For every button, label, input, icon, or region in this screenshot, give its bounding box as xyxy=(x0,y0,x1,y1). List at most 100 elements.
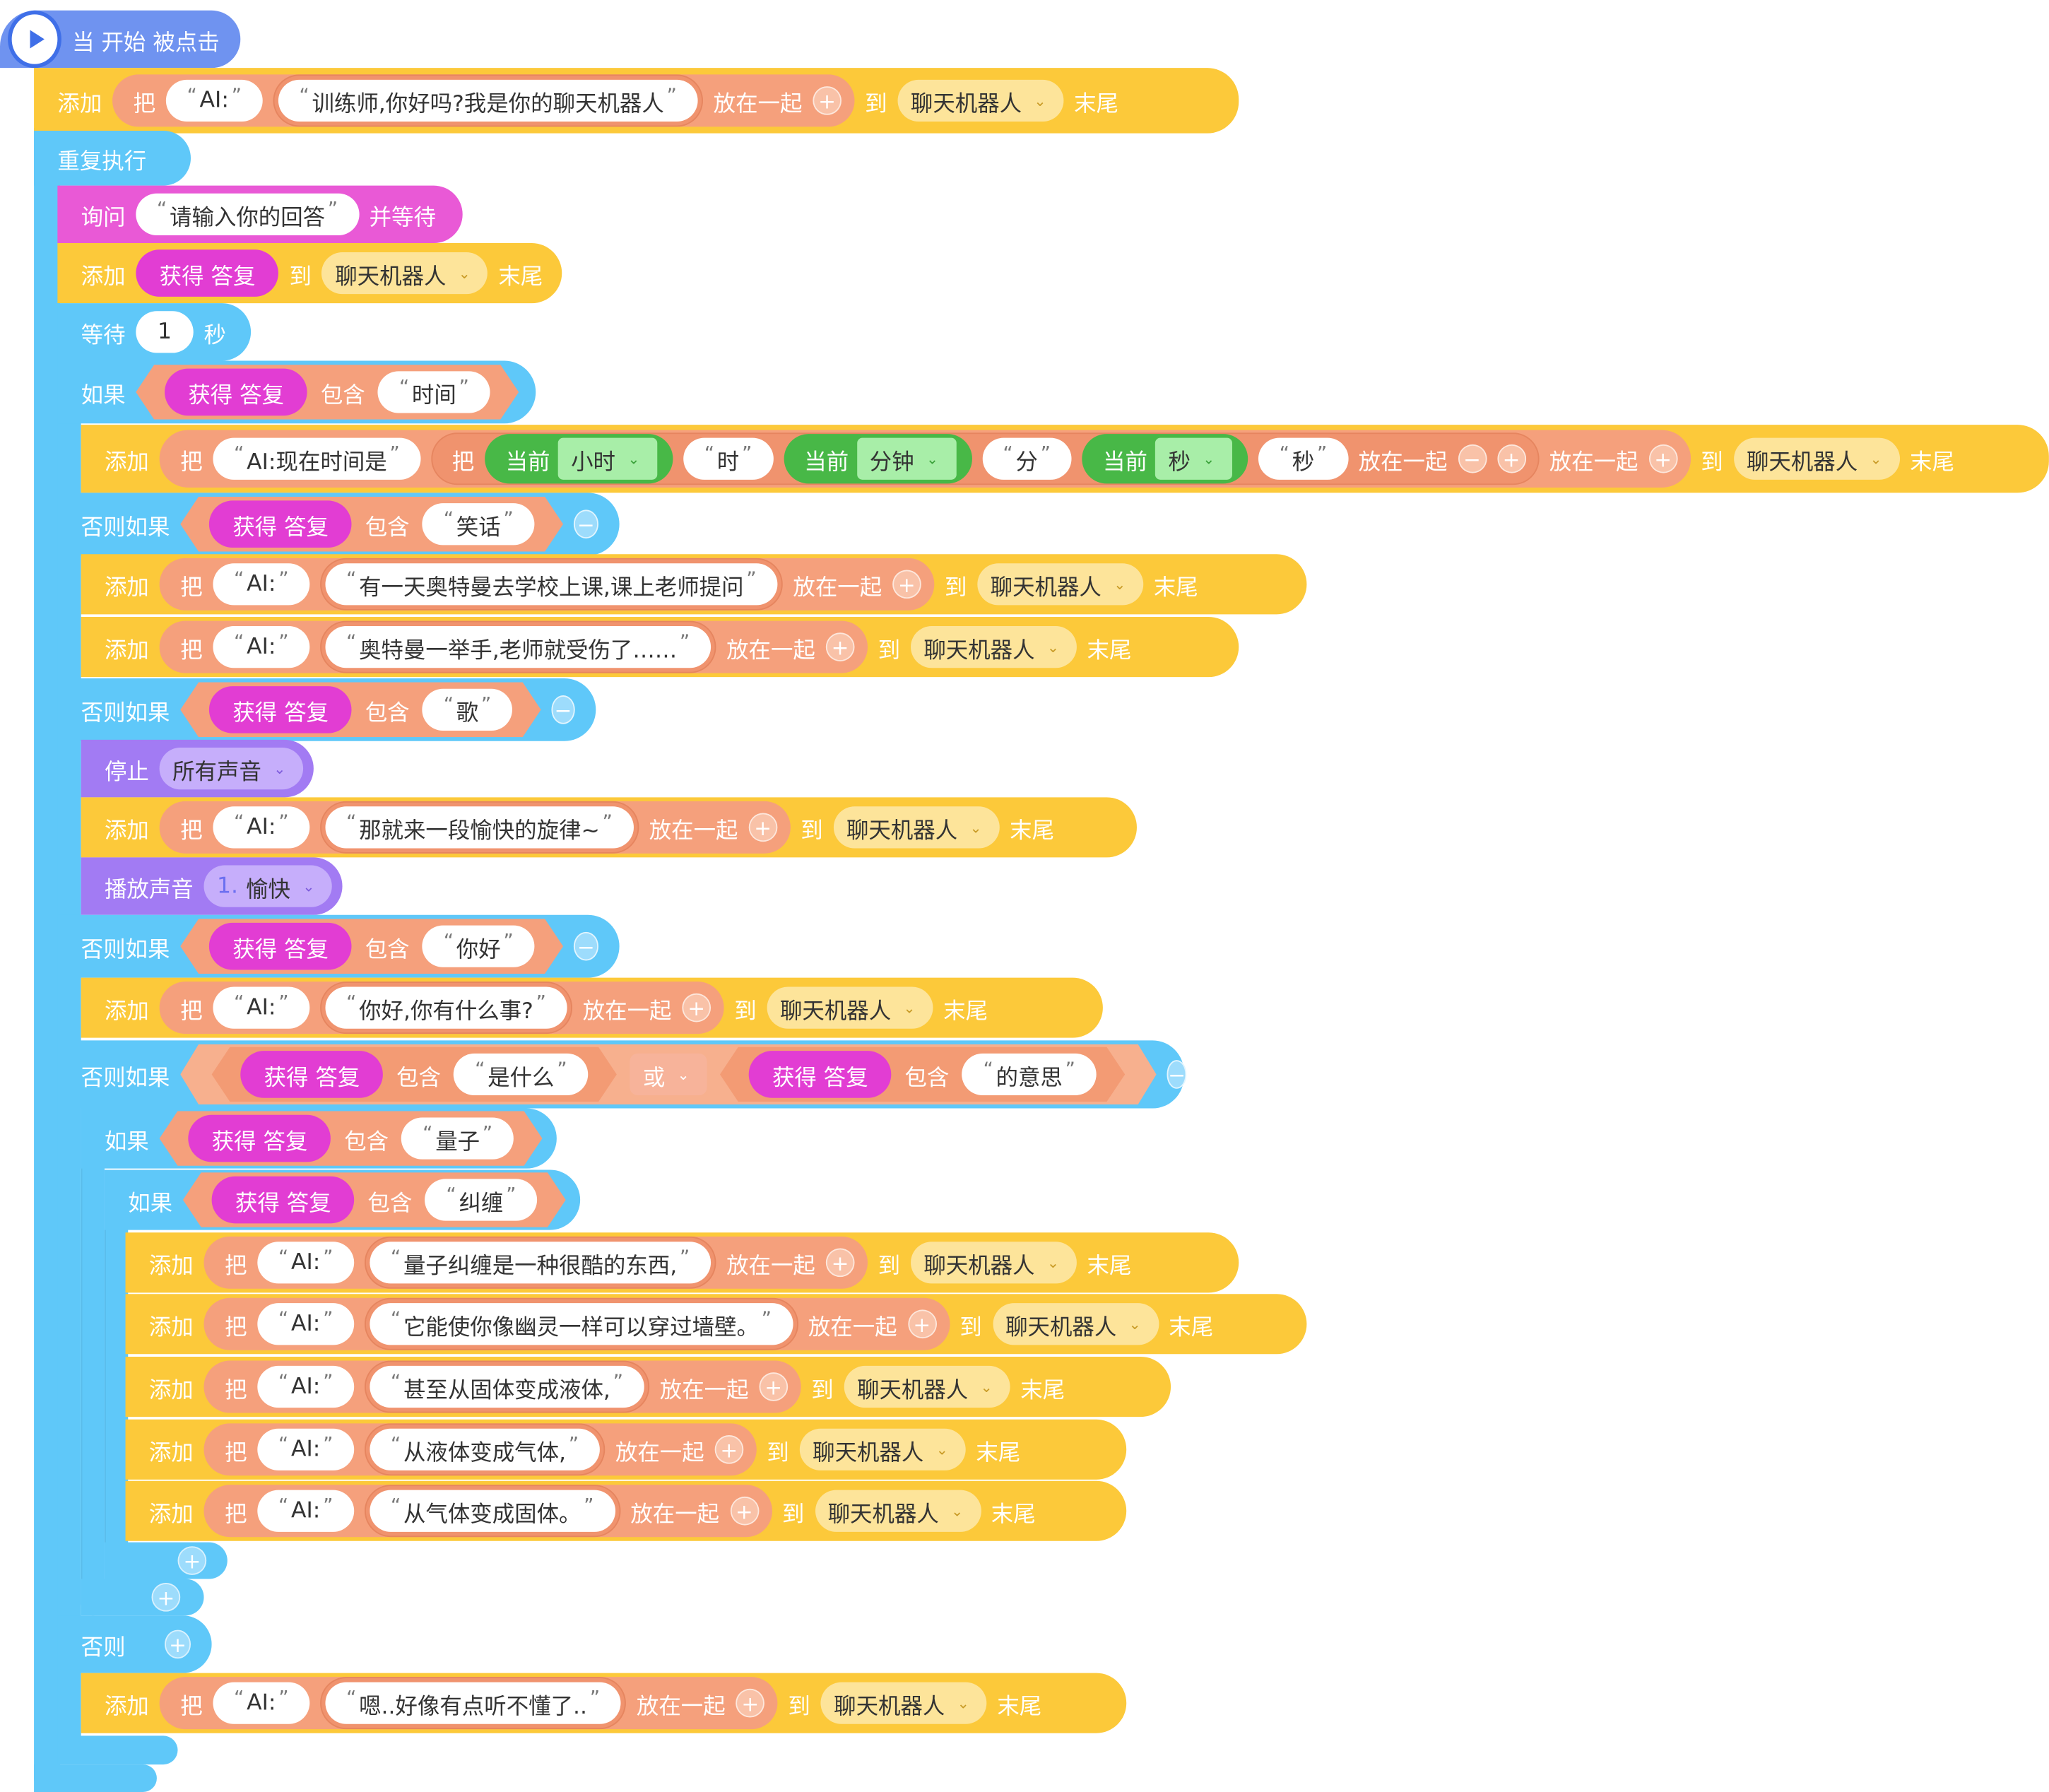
list-dropdown[interactable]: 聊天机器人 ⌄ xyxy=(799,1428,966,1470)
add-answer-block[interactable]: 添加 获得 答复 到 聊天机器人 ⌄ 末尾 xyxy=(57,243,562,304)
contains-condition[interactable]: 获得 答复 包含 时间 xyxy=(136,365,519,420)
list-dropdown[interactable]: 聊天机器人 ⌄ xyxy=(992,1303,1159,1345)
wait-seconds-input[interactable]: 1 xyxy=(136,311,194,353)
string-input[interactable]: AI: xyxy=(165,79,263,122)
chevron-down-icon: ⌄ xyxy=(458,264,471,282)
contains-condition[interactable]: 获得 答复 包含 歌 xyxy=(180,683,541,738)
plus-icon[interactable]: + xyxy=(825,1248,855,1278)
chevron-down-icon: ⌄ xyxy=(1128,1315,1141,1333)
add-q2-block[interactable]: 添加 把 AI: 它能使你像幽灵一样可以穿过墙壁。 放在一起 + 到 聊天机器人… xyxy=(125,1294,1307,1355)
minus-icon[interactable]: − xyxy=(573,509,599,539)
sound-target-dropdown[interactable]: 所有声音 ⌄ xyxy=(159,748,304,790)
list-dropdown[interactable]: 聊天机器人 ⌄ xyxy=(910,1242,1077,1284)
add-q1-block[interactable]: 添加 把 AI: 量子纠缠是一种很酷的东西, 放在一起 + 到 聊天机器人⌄ 末… xyxy=(125,1232,1239,1293)
else-block[interactable]: 否则 + xyxy=(57,1615,212,1673)
plus-icon[interactable]: + xyxy=(736,1688,765,1718)
plus-icon[interactable]: + xyxy=(892,570,921,599)
chevron-down-icon: ⌄ xyxy=(627,450,640,468)
or-dropdown[interactable]: 或 ⌄ xyxy=(630,1054,707,1095)
chevron-down-icon: ⌄ xyxy=(302,878,315,895)
plus-icon[interactable]: + xyxy=(907,1309,937,1339)
list-dropdown[interactable]: 聊天机器人 ⌄ xyxy=(833,806,1000,849)
minus-icon[interactable]: − xyxy=(573,931,599,961)
add-q3-block[interactable]: 添加 把 AI: 甚至从固体变成液体, 放在一起 + 到 聊天机器人⌄ 末尾 xyxy=(125,1356,1171,1417)
current-second-reporter[interactable]: 当前秒 ⌄ xyxy=(1082,434,1248,484)
join-reporter[interactable]: 把 AI: 训练师,你好吗?我是你的聊天机器人 放在一起 + xyxy=(112,74,855,127)
contains-condition[interactable]: 获得 答复 包含 是什么 xyxy=(212,1047,617,1102)
wait-block[interactable]: 等待 1 秒 xyxy=(57,303,252,361)
if-quantum-block[interactable]: 如果 获得 答复 包含 量子 xyxy=(81,1108,557,1169)
add-branch-plus-icon[interactable]: + xyxy=(177,1546,207,1575)
plus-icon[interactable]: + xyxy=(729,1496,759,1526)
chevron-down-icon: ⌄ xyxy=(935,1441,948,1458)
chevron-down-icon: ⌄ xyxy=(677,1066,690,1083)
chevron-down-icon: ⌄ xyxy=(1046,1254,1059,1271)
if-entangle-block[interactable]: 如果 获得 答复 包含 纠缠 xyxy=(104,1169,581,1230)
add-q4-block[interactable]: 添加 把 AI: 从液体变成气体, 放在一起 + 到 聊天机器人⌄ 末尾 xyxy=(125,1419,1127,1480)
contains-condition[interactable]: 获得 答复 包含 纠缠 xyxy=(183,1172,566,1227)
plus-icon[interactable]: + xyxy=(682,993,711,1022)
minus-icon[interactable]: − xyxy=(551,695,575,724)
string-input[interactable]: 时间 xyxy=(378,371,490,413)
chevron-down-icon: ⌄ xyxy=(1114,575,1126,593)
list-dropdown[interactable]: 聊天机器人 ⌄ xyxy=(1733,437,1900,480)
add-time-block[interactable]: 添加 把 AI:现在时间是 把 当前小时⌄ 时 当前分钟⌄ 分 当前秒⌄ 秒 放… xyxy=(81,425,2049,493)
if-block[interactable]: 如果 获得 答复 包含 时间 xyxy=(57,360,536,424)
plus-icon[interactable]: + xyxy=(1648,444,1677,473)
list-dropdown[interactable]: 聊天机器人 ⌄ xyxy=(910,626,1077,668)
chevron-down-icon: ⌄ xyxy=(273,760,286,777)
plus-icon[interactable]: + xyxy=(714,1434,744,1464)
ask-input[interactable]: 请输入你的回答 xyxy=(136,193,359,235)
repeat-body xyxy=(34,128,61,1792)
else-if-hello[interactable]: 否则如果 获得 答复 包含 你好 − xyxy=(57,914,620,978)
repeat-forever-block[interactable]: 重复执行 xyxy=(34,130,191,186)
plus-icon[interactable]: + xyxy=(748,813,777,842)
add-q5-block[interactable]: 添加 把 AI: 从气体变成固体。 放在一起 + 到 聊天机器人⌄ 末尾 xyxy=(125,1480,1127,1541)
list-dropdown[interactable]: 聊天机器人 ⌄ xyxy=(815,1490,981,1532)
if-footer xyxy=(57,1735,178,1765)
ask-block[interactable]: 询问 请输入你的回答 并等待 xyxy=(57,185,463,244)
plus-icon[interactable]: + xyxy=(825,632,855,661)
add-song-msg-block[interactable]: 添加 把 AI: 那就来一段愉快的旋律~ 放在一起 + 到 聊天机器人⌄ 末尾 xyxy=(81,797,1137,858)
plus-icon[interactable]: + xyxy=(813,86,842,115)
add-joke2-block[interactable]: 添加 把 AI: 奥特曼一举手,老师就受伤了…… 放在一起 + 到 聊天机器人⌄… xyxy=(81,617,1239,678)
add-fallback-block[interactable]: 添加 把 AI: 嗯..好像有点听不懂了.. 放在一起 + 到 聊天机器人⌄ 末… xyxy=(81,1673,1127,1733)
list-dropdown[interactable]: 聊天机器人 ⌄ xyxy=(977,563,1144,606)
play-sound-block[interactable]: 播放声音 1. 愉快 ⌄ xyxy=(81,857,343,915)
nested-if-body xyxy=(81,1105,105,1616)
script-canvas: 当 开始 被点击 添加 把 AI: 训练师,你好吗?我是你的聊天机器人 放在一起… xyxy=(0,0,2049,1792)
else-if-song[interactable]: 否则如果 获得 答复 包含 歌 − xyxy=(57,678,596,741)
list-dropdown[interactable]: 聊天机器人 ⌄ xyxy=(321,252,488,295)
or-condition[interactable]: 获得 答复 包含 是什么 或⌄ 获得 答复 包含 的意思 xyxy=(180,1044,1156,1104)
list-dropdown[interactable]: 聊天机器人 ⌄ xyxy=(820,1682,987,1724)
add-greeting-block[interactable]: 添加 把 AI: 训练师,你好吗?我是你的聊天机器人 放在一起 + 到 聊天机器… xyxy=(34,68,1239,134)
repeat-footer xyxy=(34,1764,157,1792)
chevron-down-icon: ⌄ xyxy=(957,1694,969,1712)
current-minute-reporter[interactable]: 当前 分钟 ⌄ xyxy=(783,434,972,484)
add-joke1-block[interactable]: 添加 把 AI: 有一天奥特曼去学校上课,课上老师提问 放在一起 + 到 聊天机… xyxy=(81,554,1307,615)
else-if-joke[interactable]: 否则如果 获得 答复 包含 笑话 − xyxy=(57,493,620,556)
minus-icon[interactable]: − xyxy=(1458,444,1487,473)
add-hello-msg-block[interactable]: 添加 把 AI: 你好,你有什么事? 放在一起 + 到 聊天机器人⌄ 末尾 xyxy=(81,977,1103,1038)
string-input[interactable]: 训练师,你好吗?我是你的聊天机器人 xyxy=(278,79,698,122)
plus-icon[interactable]: + xyxy=(759,1372,789,1401)
else-if-what[interactable]: 否则如果 获得 答复 包含 是什么 或⌄ 获得 答复 包含 的意思 − xyxy=(57,1040,1187,1109)
add-branch-plus-icon[interactable]: + xyxy=(165,1629,191,1659)
list-dropdown[interactable]: 聊天机器人 ⌄ xyxy=(767,986,933,1029)
minus-icon[interactable]: − xyxy=(1167,1060,1187,1089)
contains-condition[interactable]: 获得 答复 包含 笑话 xyxy=(180,497,563,552)
list-dropdown[interactable]: 聊天机器人 ⌄ xyxy=(897,79,1064,122)
contains-condition[interactable]: 获得 答复 包含 你好 xyxy=(180,919,563,974)
stop-sounds-block[interactable]: 停止 所有声音 ⌄ xyxy=(81,739,314,798)
chevron-down-icon: ⌄ xyxy=(980,1378,993,1396)
contains-condition[interactable]: 获得 答复 包含 量子 xyxy=(160,1111,543,1166)
add-branch-plus-icon[interactable]: + xyxy=(151,1582,181,1612)
answer-reporter[interactable]: 获得 答复 xyxy=(136,249,279,297)
contains-condition[interactable]: 获得 答复 包含 的意思 xyxy=(720,1047,1125,1102)
chevron-down-icon: ⌄ xyxy=(1203,450,1215,468)
list-dropdown[interactable]: 聊天机器人 ⌄ xyxy=(844,1365,1010,1408)
sound-dropdown[interactable]: 1. 愉快 ⌄ xyxy=(203,865,333,907)
when-start-clicked-block[interactable]: 当 开始 被点击 xyxy=(0,10,241,69)
plus-icon[interactable]: + xyxy=(1496,444,1526,473)
current-hour-reporter[interactable]: 当前 小时 ⌄ xyxy=(485,434,673,484)
